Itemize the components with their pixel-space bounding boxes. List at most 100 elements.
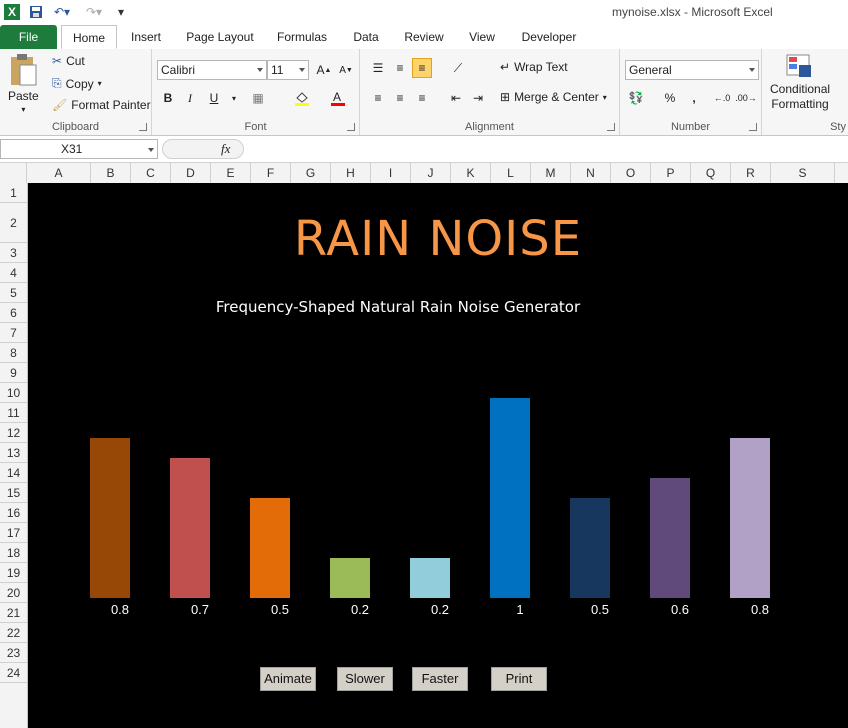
column-header[interactable]: S [771,163,835,183]
grow-font-icon[interactable]: A ▲ [314,60,334,80]
print-button[interactable]: Print [491,667,547,691]
italic-icon[interactable]: I [180,88,200,108]
row-header[interactable]: 10 [0,383,27,403]
tab-formulas[interactable]: Formulas [272,25,332,49]
orientation-icon[interactable]: ⟋ [448,58,468,78]
row-header[interactable]: 3 [0,243,27,263]
row-header[interactable]: 16 [0,503,27,523]
cut-button[interactable]: ✂ Cut [52,54,85,68]
insert-function-icon[interactable]: fx [221,141,230,157]
column-header[interactable]: J [411,163,451,183]
alignment-launcher-icon[interactable] [607,123,615,131]
redo-icon[interactable]: ↷▾ [82,4,106,20]
align-left-icon[interactable]: ≡ [368,88,388,108]
row-header[interactable]: 1 [0,183,27,203]
column-header[interactable]: L [491,163,531,183]
conditional-formatting-button[interactable]: Conditional Formatting [770,53,830,111]
clipboard-launcher-icon[interactable] [139,123,147,131]
name-box[interactable]: X31 [0,139,158,159]
column-header[interactable]: A [27,163,91,183]
align-right-icon[interactable]: ≡ [412,88,432,108]
accounting-format-icon[interactable]: 💱 [626,88,646,108]
font-name-select[interactable]: Calibri [157,60,267,80]
column-header[interactable]: K [451,163,491,183]
column-header[interactable]: O [611,163,651,183]
column-header[interactable]: R [731,163,771,183]
font-size-select[interactable]: 11 [267,60,309,80]
font-color-icon[interactable]: A [328,88,348,108]
increase-indent-icon[interactable]: ⇥ [468,88,488,108]
number-format-select[interactable]: General [625,60,759,80]
row-header[interactable]: 19 [0,563,27,583]
decrease-indent-icon[interactable]: ⇤ [446,88,466,108]
column-header[interactable]: P [651,163,691,183]
bold-icon[interactable]: B [158,88,178,108]
row-header[interactable]: 14 [0,463,27,483]
select-all-corner[interactable] [0,163,27,183]
tab-data[interactable]: Data [346,25,386,49]
worksheet[interactable]: RAIN NOISE Frequency-Shaped Natural Rain… [28,183,848,728]
animate-button[interactable]: Animate [260,667,316,691]
tab-home[interactable]: Home [61,25,117,49]
row-header[interactable]: 12 [0,423,27,443]
customize-toolbar-icon[interactable]: ▾ [114,4,128,20]
borders-icon[interactable]: ▦ [248,88,268,108]
row-header[interactable]: 4 [0,263,27,283]
row-header[interactable]: 9 [0,363,27,383]
row-header[interactable]: 5 [0,283,27,303]
column-header[interactable]: E [211,163,251,183]
row-header[interactable]: 22 [0,623,27,643]
column-header[interactable]: B [91,163,131,183]
column-header[interactable]: I [371,163,411,183]
merge-center-button[interactable]: ⊞ Merge & Center ▾ [500,90,607,104]
underline-icon[interactable]: U [204,88,224,108]
decrease-decimal-icon[interactable]: .00→ [735,88,757,108]
tab-review[interactable]: Review [398,25,450,49]
number-launcher-icon[interactable] [749,123,757,131]
undo-icon[interactable]: ↶▾ [50,4,74,20]
row-header[interactable]: 6 [0,303,27,323]
font-launcher-icon[interactable] [347,123,355,131]
column-header[interactable]: D [171,163,211,183]
faster-button[interactable]: Faster [412,667,468,691]
column-header[interactable]: M [531,163,571,183]
tab-page-layout[interactable]: Page Layout [180,25,260,49]
align-center-icon[interactable]: ≡ [390,88,410,108]
slower-button[interactable]: Slower [337,667,393,691]
column-header[interactable]: Q [691,163,731,183]
row-header[interactable]: 17 [0,523,27,543]
row-header[interactable]: 7 [0,323,27,343]
align-bottom-icon[interactable]: ≡ [412,58,432,78]
save-icon[interactable] [28,4,44,20]
row-header[interactable]: 18 [0,543,27,563]
column-header[interactable]: N [571,163,611,183]
shrink-font-icon[interactable]: A ▼ [336,60,356,80]
copy-button[interactable]: ⎘ Copy ▾ [52,76,102,91]
format-painter-button[interactable]: 🖌 Format Painter [52,98,151,112]
row-header[interactable]: 2 [0,203,27,243]
fill-color-icon[interactable] [292,88,312,108]
column-header[interactable]: F [251,163,291,183]
comma-style-icon[interactable]: , [684,88,704,108]
row-header[interactable]: 11 [0,403,27,423]
align-top-icon[interactable]: ☰ [368,58,388,78]
column-header[interactable]: C [131,163,171,183]
tab-developer[interactable]: Developer [514,25,584,49]
column-header[interactable]: G [291,163,331,183]
align-middle-icon[interactable]: ≡ [390,58,410,78]
row-header[interactable]: 21 [0,603,27,623]
row-header[interactable]: 23 [0,643,27,663]
tab-view[interactable]: View [462,25,502,49]
percent-style-icon[interactable]: % [660,88,680,108]
underline-dropdown-icon[interactable]: ▾ [224,88,244,108]
column-header[interactable]: H [331,163,371,183]
increase-decimal-icon[interactable]: ←.0 [712,88,732,108]
row-header[interactable]: 13 [0,443,27,463]
row-header[interactable]: 15 [0,483,27,503]
row-header[interactable]: 8 [0,343,27,363]
wrap-text-button[interactable]: ↵ Wrap Text [500,60,568,74]
tab-insert[interactable]: Insert [124,25,168,49]
tab-file[interactable]: File [0,25,57,49]
row-header[interactable]: 24 [0,663,27,683]
row-header[interactable]: 20 [0,583,27,603]
